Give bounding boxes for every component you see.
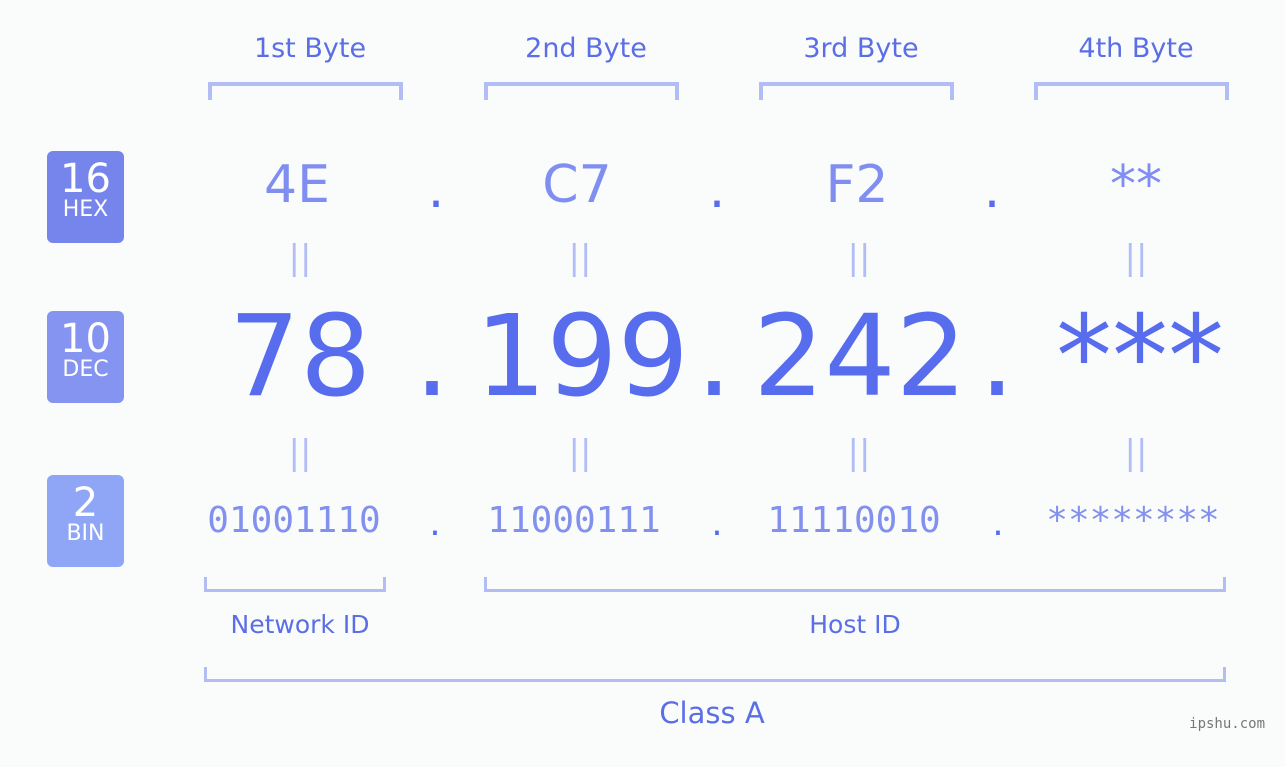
equals-sign: || bbox=[568, 238, 592, 278]
dec-byte-4: *** bbox=[1056, 292, 1224, 422]
byte-bracket-3 bbox=[759, 82, 954, 100]
byte-header-4: 4th Byte bbox=[1078, 33, 1194, 64]
byte-header-1: 1st Byte bbox=[253, 33, 367, 64]
bin-badge-label: BIN bbox=[66, 521, 105, 546]
equals-sign: || bbox=[288, 433, 312, 473]
hex-badge: 16 HEX bbox=[47, 151, 124, 243]
dec-badge-label: DEC bbox=[62, 357, 109, 382]
network-id-label: Network ID bbox=[230, 610, 370, 639]
equals-sign: || bbox=[1124, 238, 1148, 278]
bin-badge-base: 2 bbox=[72, 480, 99, 526]
hex-byte-4: ** bbox=[1110, 155, 1162, 215]
equals-sign: || bbox=[847, 433, 871, 473]
dec-badge: 10 DEC bbox=[47, 311, 124, 403]
watermark: ipshu.com bbox=[1189, 716, 1265, 732]
equals-sign: || bbox=[568, 433, 592, 473]
hex-byte-2: C7 bbox=[542, 155, 612, 215]
byte-header-2: 2nd Byte bbox=[525, 33, 647, 64]
dec-badge-base: 10 bbox=[60, 316, 111, 362]
byte-bracket-1 bbox=[208, 82, 403, 100]
hex-dot-3: . bbox=[983, 160, 1001, 220]
class-label: Class A bbox=[659, 696, 765, 730]
dec-byte-1: 78 bbox=[228, 292, 372, 422]
bin-byte-2: 11000111 bbox=[487, 500, 661, 541]
byte-bracket-4 bbox=[1034, 82, 1229, 100]
equals-sign: || bbox=[1124, 433, 1148, 473]
hex-badge-base: 16 bbox=[60, 156, 111, 202]
dec-byte-2: 199 bbox=[475, 292, 689, 422]
host-id-bracket bbox=[484, 577, 1226, 592]
hex-dot-2: . bbox=[708, 160, 726, 220]
byte-bracket-2 bbox=[484, 82, 679, 100]
byte-header-3: 3rd Byte bbox=[803, 33, 919, 64]
hex-byte-3: F2 bbox=[825, 155, 889, 215]
dec-byte-3: 242 bbox=[753, 292, 967, 422]
bin-badge: 2 BIN bbox=[47, 475, 124, 567]
hex-byte-1: 4E bbox=[264, 155, 330, 215]
class-bracket bbox=[204, 667, 1226, 682]
equals-sign: || bbox=[288, 238, 312, 278]
network-id-bracket bbox=[204, 577, 386, 592]
bin-byte-1: 01001110 bbox=[207, 500, 381, 541]
host-id-label: Host ID bbox=[809, 610, 901, 639]
bin-byte-4: ******** bbox=[1046, 500, 1220, 541]
hex-dot-1: . bbox=[427, 160, 445, 220]
hex-badge-label: HEX bbox=[62, 197, 109, 222]
equals-sign: || bbox=[847, 238, 871, 278]
bin-byte-3: 11110010 bbox=[767, 500, 941, 541]
